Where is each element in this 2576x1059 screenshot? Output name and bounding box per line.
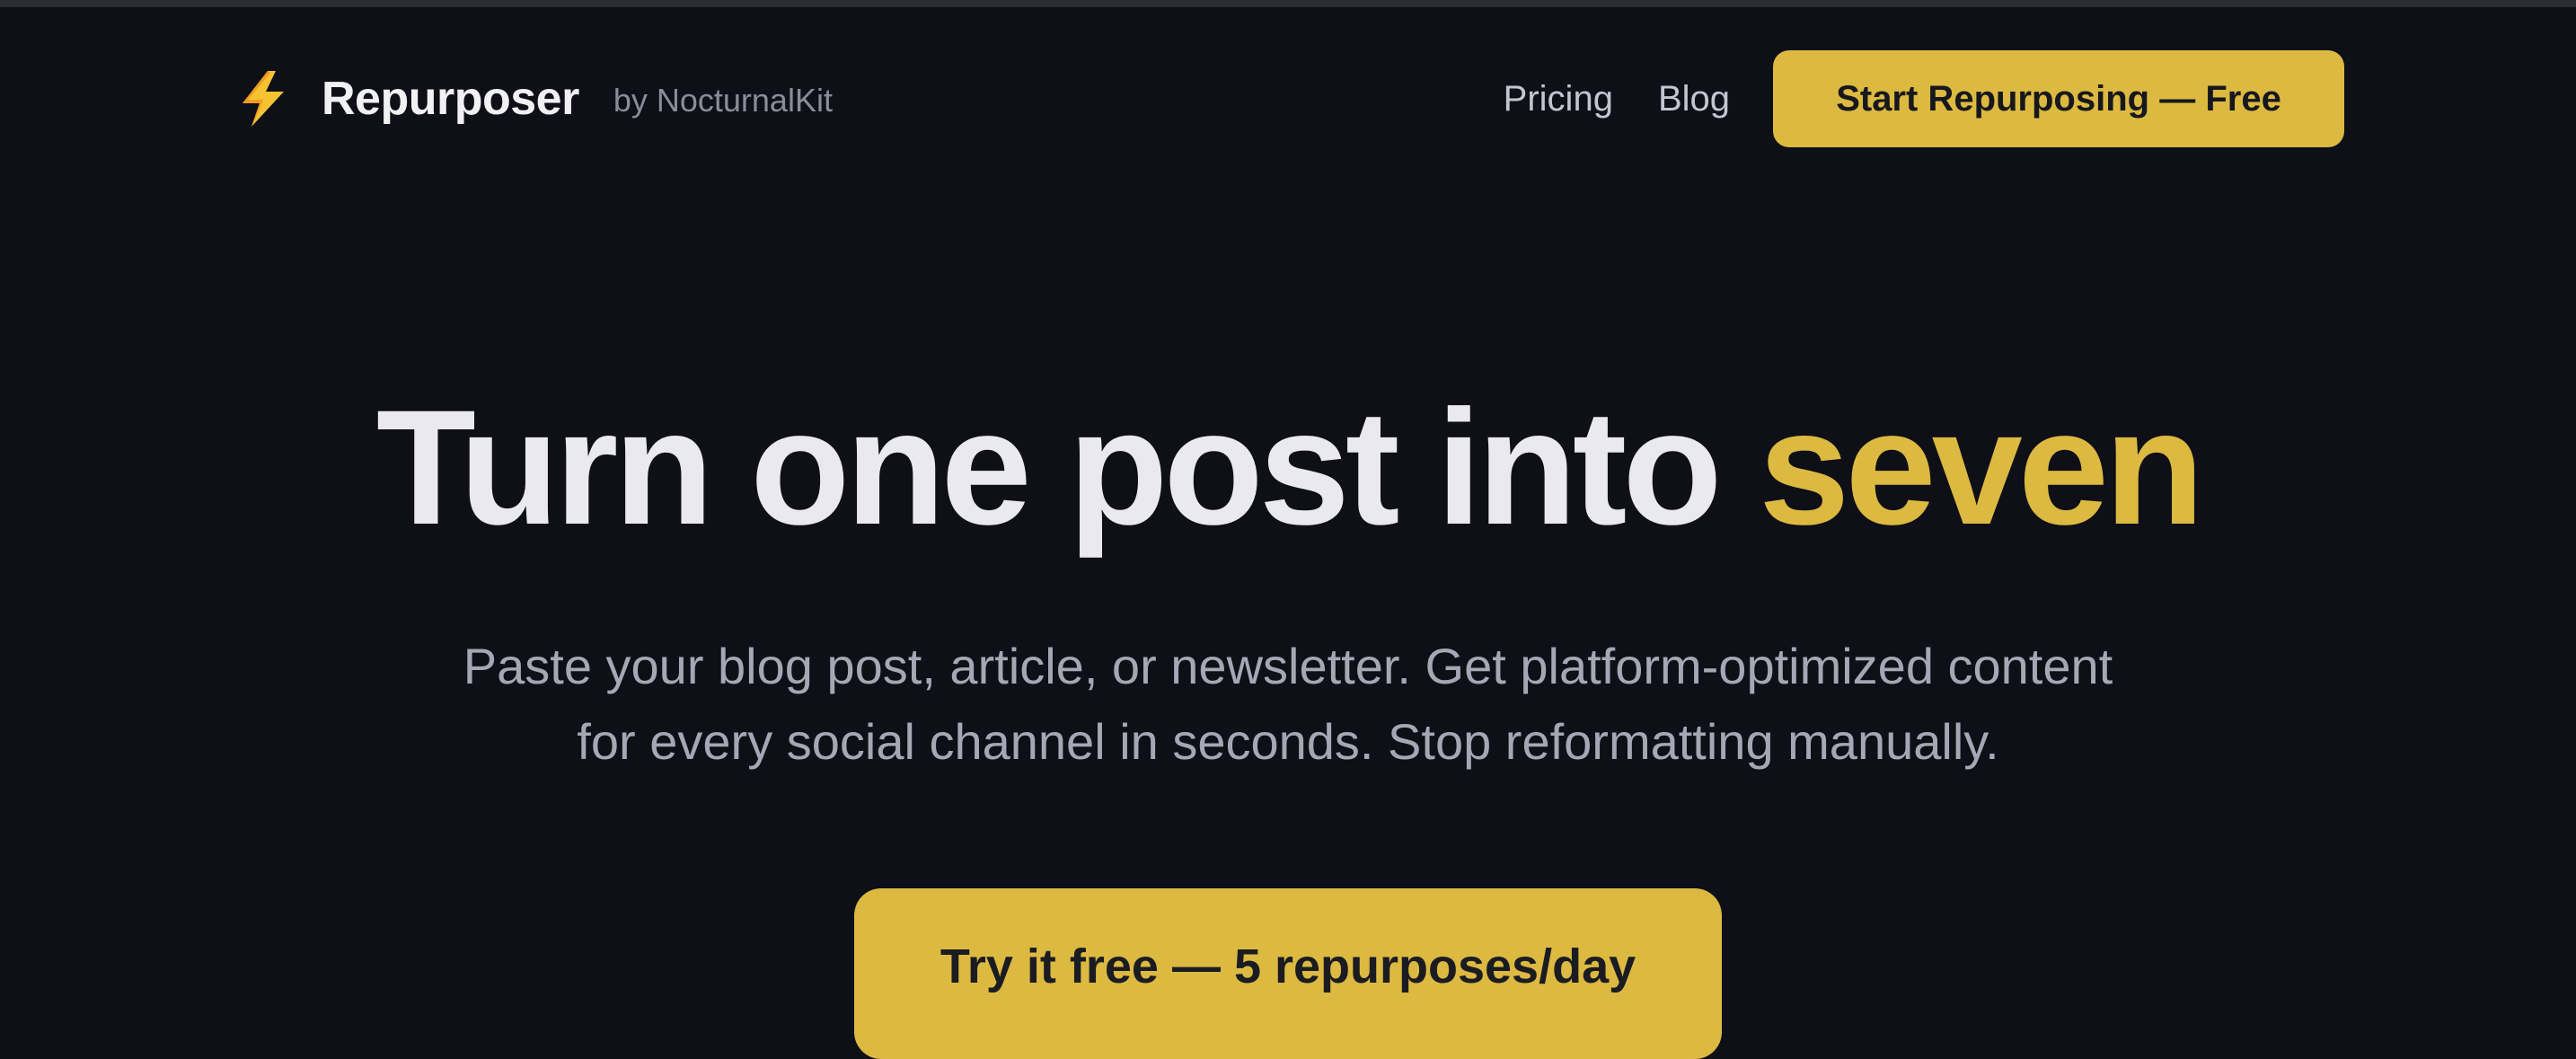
- site-header: Repurposer by NocturnalKit Pricing Blog …: [235, 50, 2344, 147]
- brand[interactable]: Repurposer by NocturnalKit: [235, 50, 833, 147]
- try-it-free-button[interactable]: Try it free — 5 repurposes/day: [854, 888, 1722, 1059]
- hero-title: Turn one post into seven: [0, 377, 2576, 557]
- start-repurposing-button[interactable]: Start Repurposing — Free: [1773, 50, 2344, 147]
- nav-link-blog[interactable]: Blog: [1658, 79, 1730, 119]
- nav-link-pricing[interactable]: Pricing: [1504, 79, 1613, 119]
- hero-subtitle-line-1: Paste your blog post, article, or newsle…: [463, 638, 2113, 694]
- main-nav: Pricing Blog Start Repurposing — Free: [1504, 50, 2344, 147]
- hero-title-accent: seven: [1759, 375, 2204, 559]
- hero-subtitle: Paste your blog post, article, or newsle…: [345, 629, 2231, 780]
- lightning-bolt-icon: [243, 71, 284, 127]
- hero-title-main: Turn one post into: [375, 375, 1760, 559]
- hero-subtitle-line-2: for every social channel in seconds. Sto…: [577, 713, 1999, 770]
- brand-byline: by NocturnalKit: [613, 82, 833, 119]
- brand-name: Repurposer: [322, 73, 579, 125]
- window-top-edge: [0, 0, 2576, 7]
